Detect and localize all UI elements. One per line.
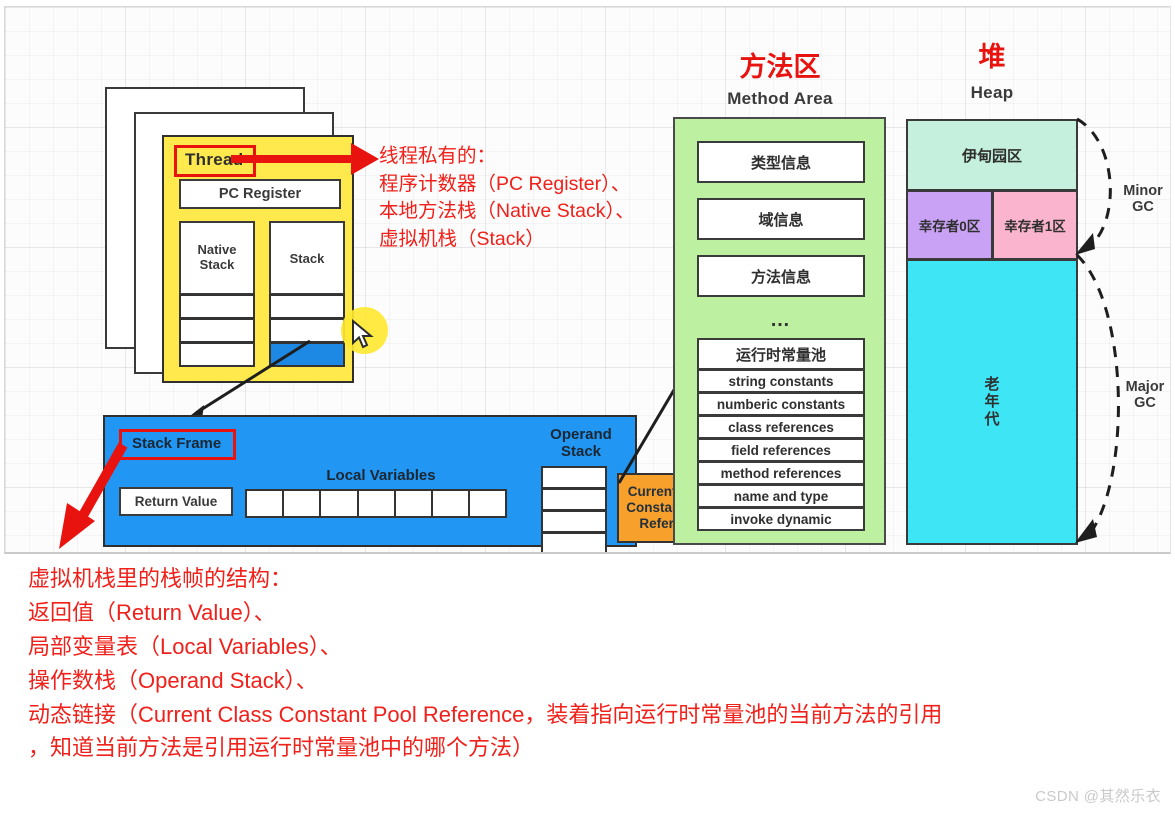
- operand-stack-slot: [541, 466, 607, 489]
- return-value-box: Return Value: [119, 487, 233, 516]
- runtime-constant-pool-title: 运行时常量池: [697, 338, 865, 370]
- old-gen-char-2: 年: [984, 393, 1000, 411]
- local-variable-slot: [468, 489, 508, 518]
- red-arrow-thread: [231, 143, 379, 175]
- stack-frame-structure-note: 虚拟机栈里的栈帧的结构： 返回值（Return Value）、 局部变量表（Lo…: [28, 562, 1168, 765]
- local-variable-slot: [356, 489, 396, 518]
- native-stack-box: Native Stack: [179, 221, 255, 295]
- native-stack-slot: [179, 294, 255, 319]
- operand-stack-slot: [541, 510, 607, 533]
- pool-entry-class-references: class references: [697, 415, 865, 439]
- arrow-stack-to-frame: [186, 339, 311, 419]
- red-arrow-stack-frame-note: [59, 442, 128, 549]
- operand-stack-slots: [541, 466, 607, 552]
- stack-slot: [269, 294, 345, 319]
- major-gc-line2: GC: [1134, 395, 1156, 412]
- method-area-row-type-info: 类型信息: [697, 141, 865, 183]
- runtime-constant-pool-block[interactable]: 运行时常量池 string constants numberic constan…: [697, 338, 865, 531]
- pool-entry-name-and-type: name and type: [697, 484, 865, 508]
- stack-box: Stack: [269, 221, 345, 295]
- major-gc-line1: Major: [1125, 379, 1165, 395]
- local-variables-slots: [245, 489, 519, 518]
- method-area-row-field-info: 域信息: [697, 198, 865, 240]
- method-area-panel[interactable]: 类型信息 域信息 方法信息 … 运行时常量池 string constants …: [673, 117, 886, 545]
- pool-entry-invoke-dynamic: invoke dynamic: [697, 507, 865, 531]
- thread-annotation: 线程私有的： 程序计数器（PC Register）、 本地方法栈（Native …: [379, 143, 635, 254]
- method-area-ellipsis: …: [770, 309, 792, 331]
- diagram-canvas: Thread PC Register Native Stack Stack 线程…: [4, 6, 1171, 554]
- stack-label: Stack: [289, 250, 325, 266]
- method-area-title-cn: 方法区: [675, 45, 885, 84]
- minor-gc-line1: Minor: [1123, 183, 1163, 199]
- local-variable-slot: [245, 489, 285, 518]
- native-stack-label-line1: Native: [197, 242, 237, 258]
- stack-frame-label: Stack Frame: [119, 429, 237, 460]
- note-line-3: 局部变量表（Local Variables）、: [28, 633, 342, 659]
- thread-annotation-line3: 本地方法栈（Native Stack）、: [379, 200, 635, 223]
- old-gen-char-3: 代: [984, 410, 1000, 428]
- method-area-title-en-text: Method Area: [727, 89, 833, 108]
- note-line-1: 虚拟机栈里的栈帧的结构：: [28, 566, 293, 591]
- mouse-cursor-icon: [352, 318, 374, 349]
- operand-stack-slot: [541, 532, 607, 552]
- note-line-6: ，知道当前方法是引用运行时常量池中的哪个方法）: [28, 735, 535, 761]
- local-variable-slot: [430, 489, 471, 518]
- pool-entry-field-references: field references: [697, 438, 865, 462]
- note-line-5: 动态链接（Current Class Constant Pool Referen…: [28, 701, 943, 727]
- local-variable-slot: [282, 489, 322, 518]
- local-variable-slot: [393, 489, 433, 518]
- old-gen-char-1: 老: [984, 376, 1000, 394]
- note-line-2: 返回值（Return Value）、: [28, 599, 276, 625]
- thread-annotation-line4: 虚拟机栈（Stack）: [379, 228, 545, 251]
- method-area-title-cn-text: 方法区: [739, 52, 821, 82]
- local-variable-slot: [319, 489, 359, 518]
- thread-annotation-line1: 线程私有的：: [379, 145, 497, 167]
- note-line-4: 操作数栈（Operand Stack）、: [28, 667, 318, 693]
- local-variables-label: Local Variables: [326, 467, 436, 484]
- major-gc-label: Major GC: [1115, 379, 1170, 412]
- heap-survivor1-region: 幸存者1区: [992, 190, 1078, 260]
- heap-title-en: Heap: [903, 83, 1081, 103]
- method-area-row-method-info: 方法信息: [697, 255, 865, 297]
- pc-register-box: PC Register: [179, 179, 341, 209]
- pool-entry-method-references: method references: [697, 461, 865, 485]
- pool-entry-string-constants: string constants: [697, 369, 865, 393]
- operand-stack-slot: [541, 488, 607, 511]
- minor-gc-label: Minor GC: [1113, 183, 1170, 216]
- stack-frame-panel[interactable]: Stack Frame Return Value Local Variables…: [103, 415, 727, 552]
- heap-survivor0-region: 幸存者0区: [906, 190, 993, 260]
- native-stack-label-line2: Stack: [199, 257, 235, 272]
- heap-eden-region: 伊甸园区: [906, 119, 1078, 191]
- heap-title-cn-text: 堆: [978, 42, 1006, 72]
- pool-entry-numberic-constants: numberic constants: [697, 392, 865, 416]
- heap-title-en-text: Heap: [970, 83, 1014, 102]
- csdn-watermark: CSDN @其然乐衣: [1035, 788, 1161, 805]
- heap-panel[interactable]: 伊甸园区 幸存者0区 幸存者1区 老 年 代: [906, 119, 1078, 545]
- method-area-title-en: Method Area: [675, 89, 885, 109]
- heap-old-generation-region: 老 年 代: [906, 259, 1078, 545]
- heap-title-cn: 堆: [903, 35, 1081, 74]
- thread-annotation-line2: 程序计数器（PC Register）、: [379, 172, 631, 195]
- screenshot-root: Thread PC Register Native Stack Stack 线程…: [0, 0, 1175, 814]
- minor-gc-line2: GC: [1132, 199, 1154, 216]
